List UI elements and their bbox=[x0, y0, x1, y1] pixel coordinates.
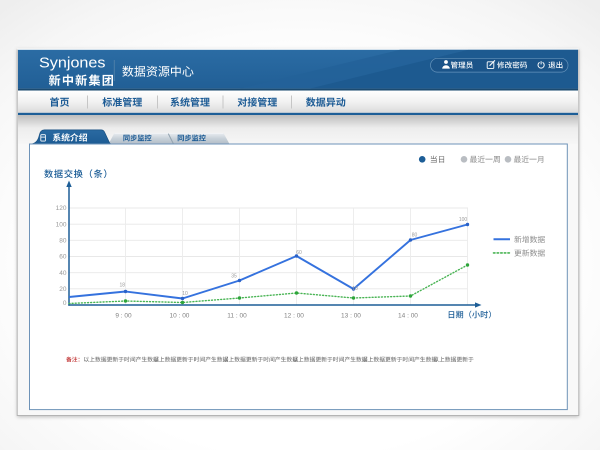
svg-text:11 : 00: 11 : 00 bbox=[227, 313, 247, 320]
svg-text:20: 20 bbox=[59, 286, 67, 293]
svg-text:0: 0 bbox=[63, 300, 67, 307]
svg-text:13 : 00: 13 : 00 bbox=[341, 313, 361, 320]
svg-text:12 : 00: 12 : 00 bbox=[284, 313, 304, 320]
svg-text:60: 60 bbox=[296, 250, 302, 256]
svg-text:35: 35 bbox=[231, 274, 237, 280]
svg-text:10: 10 bbox=[352, 286, 358, 292]
svg-text:80: 80 bbox=[412, 232, 418, 238]
svg-text:100: 100 bbox=[56, 221, 67, 228]
svg-text:100: 100 bbox=[459, 217, 468, 223]
svg-text:40: 40 bbox=[59, 270, 67, 277]
svg-text:120: 120 bbox=[56, 205, 67, 212]
svg-text:14 : 00: 14 : 00 bbox=[398, 313, 418, 320]
svg-text:10 : 00: 10 : 00 bbox=[170, 313, 190, 320]
svg-text:10: 10 bbox=[182, 291, 188, 297]
svg-text:Synjones: Synjones bbox=[39, 55, 106, 71]
svg-text:18: 18 bbox=[120, 283, 126, 289]
svg-text:80: 80 bbox=[59, 238, 67, 245]
svg-text:60: 60 bbox=[59, 254, 67, 261]
svg-text:9 : 00: 9 : 00 bbox=[115, 313, 132, 320]
